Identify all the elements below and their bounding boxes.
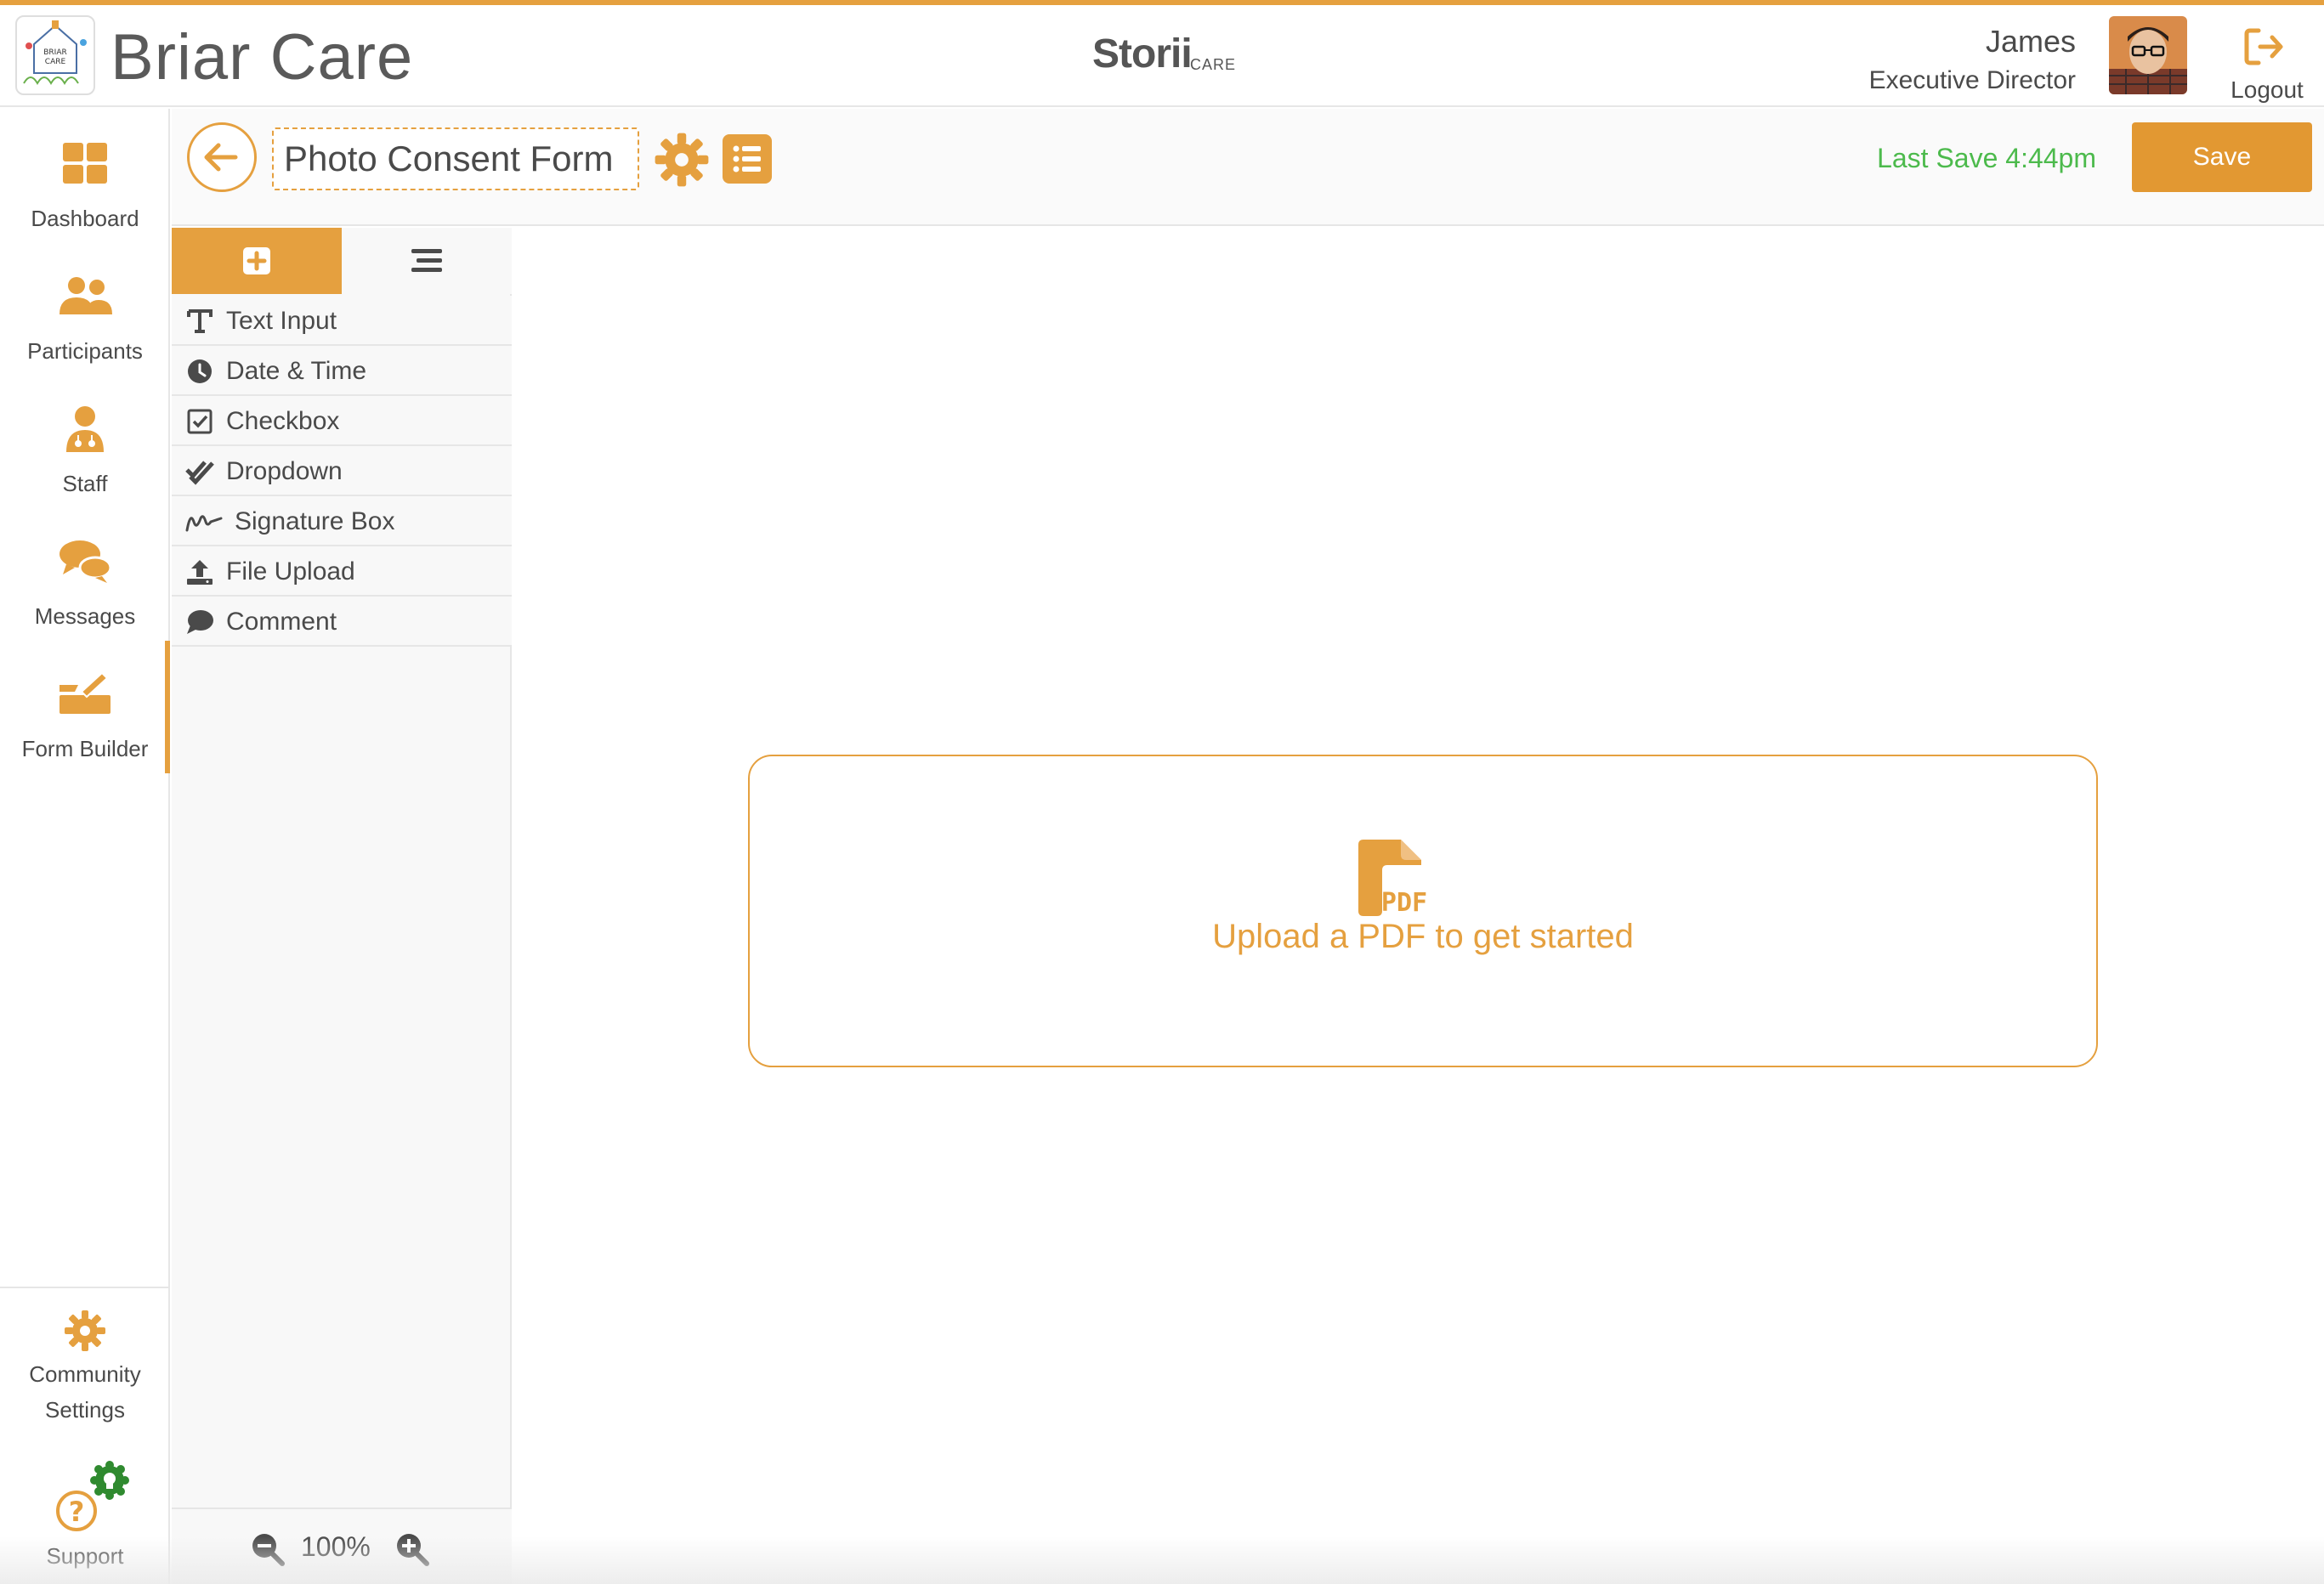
pdf-upload-dropzone[interactable]: PDF Upload a PDF to get started xyxy=(748,755,2098,1067)
component-item-comment[interactable]: Comment xyxy=(172,597,512,647)
zoom-in-icon[interactable] xyxy=(394,1531,430,1567)
signature-icon xyxy=(185,515,223,532)
user-name: James xyxy=(1985,24,2076,59)
nav-divider xyxy=(0,1287,170,1288)
avatar[interactable] xyxy=(2109,16,2187,94)
app-header: BRIAR CARE Briar Care Storii CARE James … xyxy=(0,5,2324,107)
form-builder-icon xyxy=(60,671,111,714)
nav-label: Staff xyxy=(62,471,108,496)
left-nav: Dashboard Participants Staff Messages Fo… xyxy=(0,109,170,1584)
back-button[interactable] xyxy=(187,122,257,192)
nav-label: Form Builder xyxy=(21,736,149,761)
component-label: Comment xyxy=(226,608,337,636)
component-item-dropdown[interactable]: Dropdown xyxy=(172,446,512,496)
nav-label-line1: Community xyxy=(29,1361,141,1387)
last-save-status: Last Save 4:44pm xyxy=(1877,143,2096,173)
double-check-icon xyxy=(185,461,214,485)
form-toolbar: Photo Consent Form Last Save 4:44pm Save xyxy=(172,109,2324,226)
svg-text:BRIAR: BRIAR xyxy=(43,48,67,57)
component-label: Date & Time xyxy=(226,357,367,385)
nav-item-messages[interactable]: Messages xyxy=(0,518,170,646)
component-label: File Upload xyxy=(226,557,355,586)
logout-button[interactable]: Logout xyxy=(2220,17,2314,105)
nav-item-participants[interactable]: Participants xyxy=(0,253,170,381)
help-icon: ? xyxy=(56,1461,129,1531)
zoom-out-icon[interactable] xyxy=(250,1531,286,1567)
component-label: Text Input xyxy=(226,307,337,335)
user-role: Executive Director xyxy=(1868,66,2076,94)
zoom-level: 100% xyxy=(301,1531,371,1562)
arrow-left-icon xyxy=(204,143,238,172)
pdf-file-icon: PDF xyxy=(1358,840,1427,918)
nav-item-community-settings[interactable]: Community Settings xyxy=(0,1309,170,1428)
save-button[interactable]: Save xyxy=(2132,122,2312,192)
menu-lines-icon xyxy=(411,249,442,272)
component-item-file-upload[interactable]: File Upload xyxy=(172,546,512,597)
nav-active-indicator xyxy=(165,641,170,773)
checkbox-icon xyxy=(187,409,213,434)
participants-icon xyxy=(60,277,112,314)
logout-label: Logout xyxy=(2230,76,2304,103)
svg-text:CARE: CARE xyxy=(45,58,66,66)
storii-sub-text: CARE xyxy=(1190,56,1237,73)
component-panel: Text Input Date & Time Checkbox Dropdown xyxy=(172,228,512,1584)
logout-icon xyxy=(2244,28,2283,65)
list-icon xyxy=(733,145,761,173)
tab-add-components[interactable] xyxy=(172,228,342,294)
form-outline-button[interactable] xyxy=(723,134,772,184)
component-item-text-input[interactable]: Text Input xyxy=(172,296,512,346)
plus-square-icon xyxy=(243,247,270,274)
nav-label: Support xyxy=(46,1543,124,1569)
form-settings-button[interactable] xyxy=(653,131,711,189)
panel-tabs xyxy=(172,228,512,294)
component-item-checkbox[interactable]: Checkbox xyxy=(172,396,512,446)
svg-text:?: ? xyxy=(69,1496,85,1528)
briar-care-logo[interactable]: BRIAR CARE xyxy=(15,15,95,95)
brand-name: Briar Care xyxy=(111,21,414,93)
nav-item-staff[interactable]: Staff xyxy=(0,386,170,513)
messages-icon xyxy=(60,540,112,583)
clock-icon xyxy=(188,359,212,383)
form-canvas: PDF Upload a PDF to get started xyxy=(513,228,2324,1584)
nav-item-dashboard[interactable]: Dashboard xyxy=(0,121,170,248)
form-title-input[interactable]: Photo Consent Form xyxy=(272,127,639,190)
component-label: Checkbox xyxy=(226,407,340,435)
nav-label-line2: Settings xyxy=(45,1397,125,1423)
staff-icon xyxy=(66,406,104,452)
nav-label: Messages xyxy=(34,603,136,629)
component-item-date-time[interactable]: Date & Time xyxy=(172,346,512,396)
storii-logo: Storii xyxy=(1092,31,1193,77)
component-label: Dropdown xyxy=(226,457,343,485)
dashboard-icon xyxy=(63,143,107,184)
dropzone-text: Upload a PDF to get started xyxy=(1212,918,1634,955)
gear-icon xyxy=(65,1310,105,1351)
comment-icon xyxy=(187,610,213,634)
upload-icon xyxy=(187,560,213,585)
nav-label: Participants xyxy=(27,338,143,364)
component-item-signature-box[interactable]: Signature Box xyxy=(172,496,512,546)
gear-icon xyxy=(655,133,709,187)
component-list: Text Input Date & Time Checkbox Dropdown xyxy=(172,296,512,647)
tab-field-list[interactable] xyxy=(342,228,512,294)
nav-item-support[interactable]: ? Support xyxy=(0,1460,170,1574)
storii-brand-text: Storii xyxy=(1092,31,1193,76)
pdf-icon-label: PDF xyxy=(1381,888,1427,918)
text-icon xyxy=(187,309,213,333)
nav-item-form-builder[interactable]: Form Builder xyxy=(0,651,170,778)
zoom-controls: 100% xyxy=(172,1508,512,1584)
component-label: Signature Box xyxy=(235,507,395,535)
nav-label: Dashboard xyxy=(31,206,139,231)
